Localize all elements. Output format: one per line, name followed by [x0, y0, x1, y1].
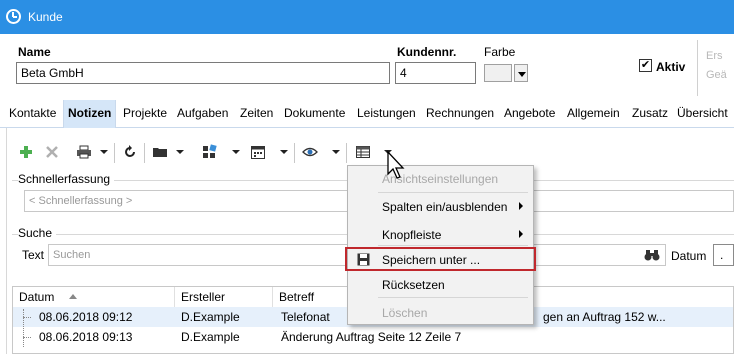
modules-dropdown-icon[interactable] — [232, 150, 240, 154]
print-dropdown-icon[interactable] — [100, 150, 108, 154]
notes-toolbar — [8, 140, 728, 166]
menu-item-knopfleiste[interactable]: Knopfleiste — [348, 222, 533, 246]
menu-item-loeschen[interactable]: Löschen — [348, 300, 533, 324]
tab-bar: Kontakte Notizen Projekte Aufgaben Zeite… — [0, 100, 734, 128]
color-picker[interactable] — [484, 64, 512, 82]
add-icon[interactable] — [18, 144, 34, 160]
tab-zeiten[interactable]: Zeiten — [240, 106, 273, 120]
window-title: Kunde — [28, 10, 63, 24]
cell-datum: 08.06.2018 09:12 — [39, 310, 133, 324]
binoculars-icon[interactable] — [644, 248, 660, 262]
tree-line — [23, 317, 31, 318]
color-dropdown-button[interactable] — [514, 64, 528, 82]
cell-betreff: Änderung Auftrag Seite 12 Zeile 7 — [281, 330, 462, 344]
farbe-label: Farbe — [484, 45, 516, 59]
view-settings-menu: Ansichtseinstellungen Spalten ein/ausble… — [345, 165, 536, 325]
tab-zusatz[interactable]: Zusatz — [632, 106, 668, 120]
name-label: Name — [18, 45, 51, 59]
tab-kontakte[interactable]: Kontakte — [9, 106, 56, 120]
eye-dropdown-icon[interactable] — [332, 150, 340, 154]
kundennr-label: Kundennr. — [397, 45, 457, 59]
name-field[interactable]: Beta GmbH — [16, 62, 390, 84]
menu-item-ansichtseinstellungen[interactable]: Ansichtseinstellungen — [348, 166, 533, 190]
cell-ersteller: D.Example — [181, 330, 240, 344]
mouse-cursor-icon — [387, 150, 405, 179]
datum-field[interactable]: . — [713, 244, 734, 266]
tab-leistungen[interactable]: Leistungen — [357, 106, 416, 120]
tree-line — [23, 337, 31, 338]
delete-icon[interactable] — [44, 144, 60, 160]
customer-header: Name Beta GmbH Kundennr. 4 Farbe ✔ Aktiv… — [0, 34, 734, 100]
folder-icon[interactable] — [152, 144, 168, 160]
toolbar-separator — [294, 143, 295, 163]
column-header-ersteller[interactable]: Ersteller — [175, 287, 273, 307]
tab-aufgaben[interactable]: Aufgaben — [177, 106, 228, 120]
menu-item-speichern-unter[interactable]: Speichern unter ... — [345, 247, 536, 271]
calendar-dropdown-icon[interactable] — [280, 150, 288, 154]
menu-item-spalten[interactable]: Spalten ein/ausblenden — [348, 194, 533, 218]
menu-item-label: Spalten ein/ausblenden — [382, 200, 508, 214]
menu-separator — [378, 297, 528, 298]
aktiv-label: Aktiv — [656, 60, 686, 74]
print-icon[interactable] — [76, 144, 92, 160]
clock-icon — [6, 9, 21, 24]
menu-item-label: Rücksetzen — [382, 278, 445, 292]
tab-dokumente[interactable]: Dokumente — [284, 106, 345, 120]
menu-item-label: Löschen — [382, 306, 428, 320]
view-settings-icon[interactable] — [355, 144, 371, 160]
cell-ersteller: D.Example — [181, 310, 240, 324]
menu-separator — [378, 245, 528, 246]
menu-item-ruecksetzen[interactable]: Rücksetzen — [348, 272, 533, 296]
tab-notizen[interactable]: Notizen — [63, 100, 117, 128]
menu-item-label: Speichern unter ... — [382, 253, 481, 267]
cell-notiz: gen an Auftrag 152 w... — [543, 310, 666, 324]
tab-projekte[interactable]: Projekte — [123, 106, 167, 120]
faded-label-1: Ers — [706, 50, 723, 62]
tab-allgemein[interactable]: Allgemein — [567, 106, 620, 120]
refresh-icon[interactable] — [122, 144, 138, 160]
sort-ascending-icon — [69, 294, 77, 299]
cell-betreff: Telefonat — [281, 310, 330, 324]
toolbar-separator — [114, 143, 115, 163]
datum-label: Datum — [671, 249, 707, 263]
table-row[interactable]: 08.06.2018 09:13 D.Example Änderung Auft… — [13, 327, 733, 347]
submenu-arrow-icon — [519, 202, 523, 210]
tab-uebersicht[interactable]: Übersicht — [677, 106, 728, 120]
menu-separator — [378, 192, 528, 193]
toolbar-separator — [144, 143, 145, 163]
eye-icon[interactable] — [302, 144, 318, 160]
column-header-label: Datum — [19, 290, 55, 304]
cell-datum: 08.06.2018 09:13 — [39, 330, 133, 344]
search-text-label: Text — [22, 248, 45, 262]
modules-icon[interactable] — [202, 144, 218, 160]
header-divider — [697, 40, 698, 96]
aktiv-checkbox[interactable]: ✔ — [639, 59, 652, 72]
title-bar: Kunde — [0, 0, 734, 34]
faded-label-2: Geä — [706, 69, 727, 81]
tab-angebote[interactable]: Angebote — [504, 106, 555, 120]
menu-item-label: Knopfleiste — [382, 228, 442, 242]
tab-rechnungen[interactable]: Rechnungen — [426, 106, 494, 120]
toolbar-separator — [346, 143, 347, 163]
submenu-arrow-icon — [519, 230, 523, 238]
quick-entry-title: Schnellerfassung — [18, 172, 115, 186]
column-header-datum[interactable]: Datum — [13, 287, 175, 307]
search-title: Suche — [18, 226, 57, 240]
folder-dropdown-icon[interactable] — [176, 150, 184, 154]
kundennr-field[interactable]: 4 — [395, 62, 476, 84]
calendar-icon[interactable] — [250, 144, 266, 160]
save-icon — [357, 253, 370, 266]
